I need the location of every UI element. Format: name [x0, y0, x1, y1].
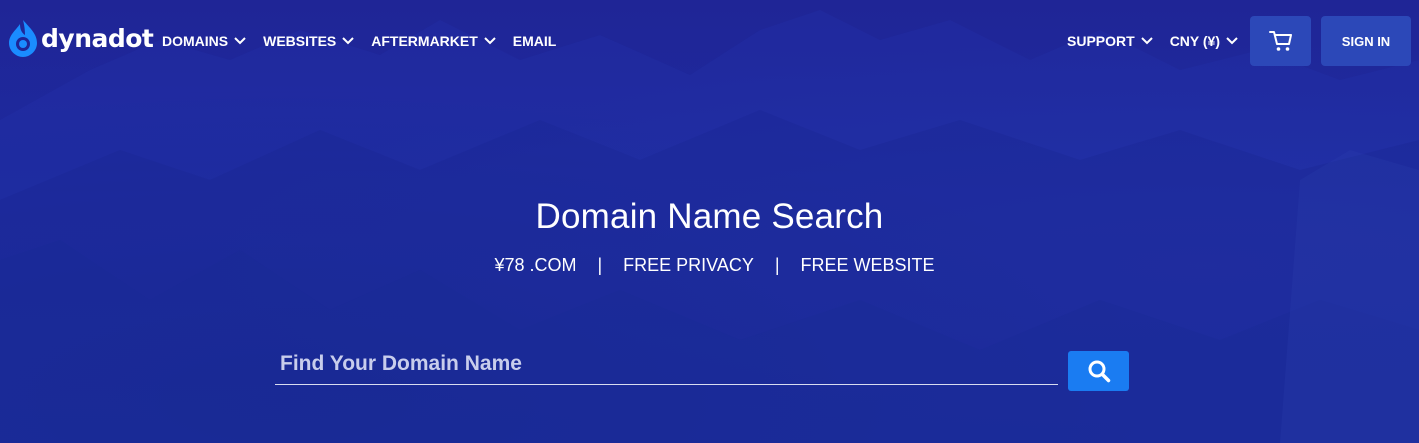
- nav-websites-label: WEBSITES: [263, 33, 337, 49]
- utility-nav: SUPPORT CNY (¥): [1067, 33, 1238, 49]
- nav-domains[interactable]: DOMAINS: [162, 33, 246, 49]
- chevron-down-icon: [484, 37, 496, 45]
- dynadot-logo-icon: [8, 18, 38, 58]
- search-icon: [1088, 360, 1110, 383]
- feature-com-price: ¥78 .COM: [494, 255, 577, 275]
- feature-free-privacy: FREE PRIVACY: [623, 255, 754, 275]
- brand-name: dynadot: [41, 23, 154, 53]
- search-button[interactable]: [1068, 351, 1129, 391]
- nav-aftermarket-label: AFTERMARKET: [371, 33, 478, 49]
- chevron-down-icon: [1226, 37, 1238, 45]
- feature-list: ¥78 .COM | FREE PRIVACY | FREE WEBSITE: [0, 255, 1419, 276]
- nav-websites[interactable]: WEBSITES: [263, 33, 354, 49]
- feature-separator: |: [774, 255, 780, 275]
- dynadot-logo[interactable]: dynadot: [8, 18, 154, 58]
- currency-selector[interactable]: CNY (¥): [1170, 33, 1238, 49]
- nav-email[interactable]: EMAIL: [513, 33, 557, 49]
- sign-in-button[interactable]: SIGN IN: [1321, 16, 1411, 66]
- main-nav: DOMAINS WEBSITES AFTERMARKET EMAIL: [162, 33, 573, 49]
- chevron-down-icon: [234, 37, 246, 45]
- cart-button[interactable]: [1250, 16, 1311, 66]
- chevron-down-icon: [342, 37, 354, 45]
- currency-label: CNY (¥): [1169, 33, 1220, 49]
- nav-support[interactable]: SUPPORT: [1067, 33, 1153, 49]
- feature-free-website: FREE WEBSITE: [800, 255, 935, 275]
- page-title: Domain Name Search: [535, 197, 884, 236]
- domain-search-input[interactable]: [275, 345, 1058, 385]
- nav-support-label: SUPPORT: [1067, 33, 1135, 49]
- nav-email-label: EMAIL: [512, 33, 557, 49]
- domain-search-field: [275, 345, 1058, 385]
- nav-aftermarket[interactable]: AFTERMARKET: [371, 33, 496, 49]
- shopping-cart-icon: [1268, 31, 1292, 51]
- nav-domains-label: DOMAINS: [162, 33, 229, 49]
- chevron-down-icon: [1140, 37, 1153, 45]
- feature-separator: |: [597, 255, 603, 275]
